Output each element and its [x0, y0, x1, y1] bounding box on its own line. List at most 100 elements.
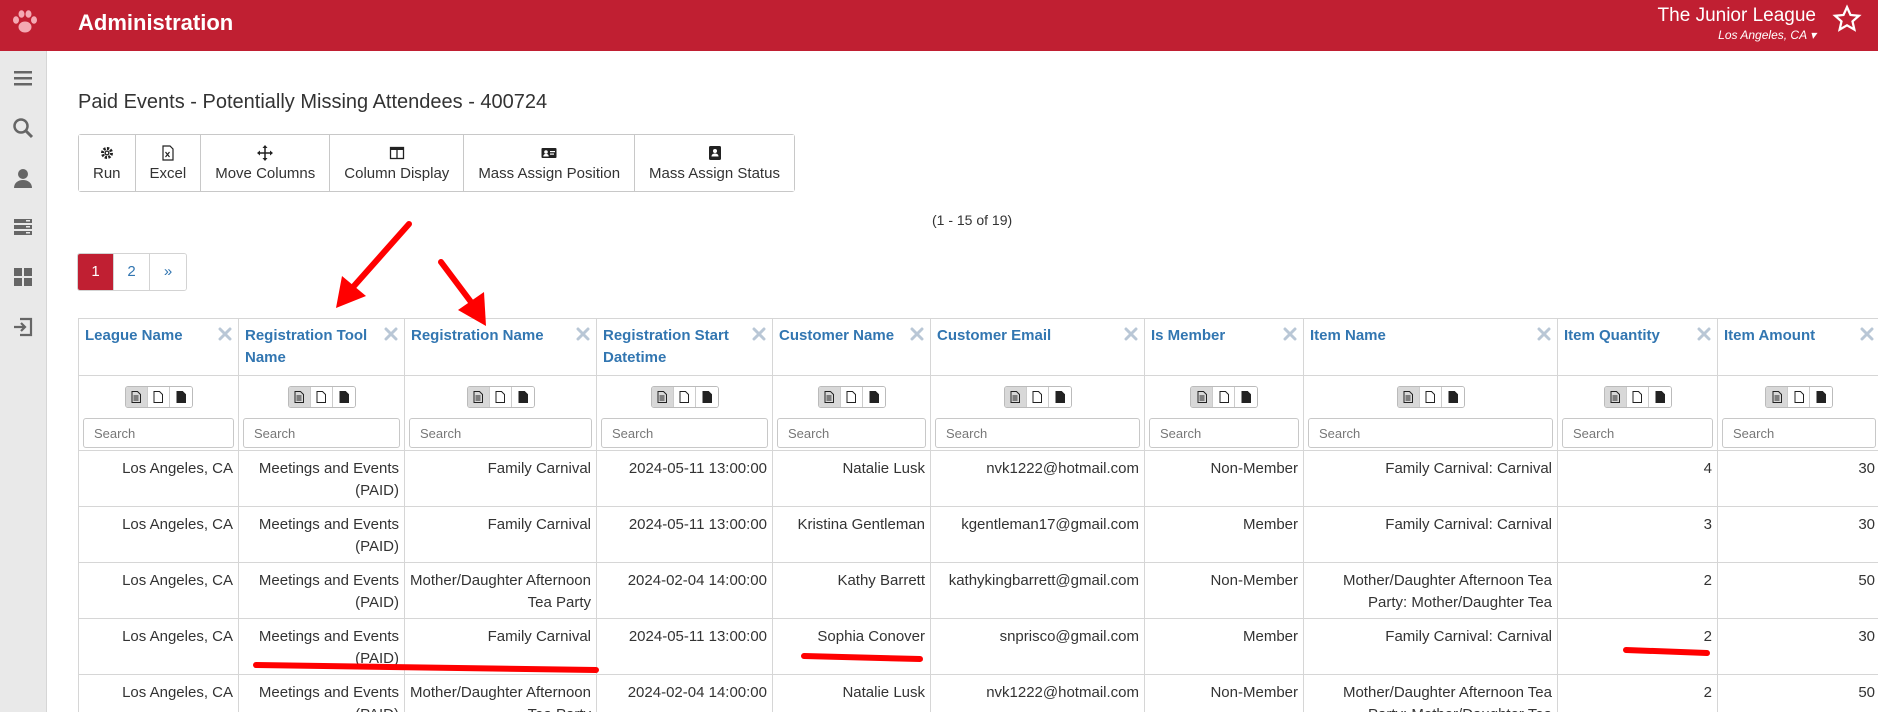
view-mode-c-icon[interactable]	[1441, 387, 1464, 407]
remove-column-icon[interactable]	[910, 327, 924, 341]
remove-column-icon[interactable]	[1283, 327, 1297, 341]
column-header-registration-name[interactable]: Registration Name	[405, 319, 597, 376]
view-mode-c-icon[interactable]	[1235, 387, 1257, 407]
filter-cell	[597, 376, 773, 451]
view-mode-c-icon[interactable]	[1810, 387, 1832, 407]
column-header-league-name[interactable]: League Name	[79, 319, 239, 376]
view-toggle-group	[287, 386, 356, 408]
table-row[interactable]: Los Angeles, CAMeetings and Events (PAID…	[79, 675, 1878, 712]
column-header-item-name[interactable]: Item Name	[1304, 319, 1558, 376]
view-mode-b-icon[interactable]	[310, 387, 333, 407]
page-1-button[interactable]: 1	[78, 254, 114, 290]
remove-column-icon[interactable]	[576, 327, 590, 341]
dashboard-icon[interactable]	[11, 265, 35, 289]
view-mode-a-icon[interactable]	[125, 387, 148, 407]
menu-icon[interactable]	[11, 66, 35, 90]
cell-league-name: Los Angeles, CA	[79, 563, 239, 619]
column-header-item-quantity[interactable]: Item Quantity	[1558, 319, 1718, 376]
search-input[interactable]	[935, 418, 1140, 448]
column-header-is-member[interactable]: Is Member	[1145, 319, 1304, 376]
cell-registration-name: Family Carnival	[405, 507, 597, 563]
remove-column-icon[interactable]	[218, 327, 232, 341]
column-header-label: League Name	[85, 327, 183, 344]
view-mode-b-icon[interactable]	[840, 387, 863, 407]
view-toggle-group	[817, 386, 886, 408]
next-page-button[interactable]: »	[150, 254, 186, 290]
mass-assign-position-button[interactable]: Mass Assign Position	[464, 135, 636, 191]
view-mode-a-icon[interactable]	[288, 387, 311, 407]
view-mode-b-icon[interactable]	[1213, 387, 1235, 407]
search-input[interactable]	[409, 418, 592, 448]
view-mode-b-icon[interactable]	[1419, 387, 1442, 407]
table-row[interactable]: Los Angeles, CAMeetings and Events (PAID…	[79, 507, 1878, 563]
view-mode-b-icon[interactable]	[147, 387, 170, 407]
mass-assign-status-button[interactable]: Mass Assign Status	[635, 135, 794, 191]
table-row[interactable]: Los Angeles, CAMeetings and Events (PAID…	[79, 619, 1878, 675]
cell-league-name: Los Angeles, CA	[79, 675, 239, 712]
run-button[interactable]: Run	[79, 135, 136, 191]
view-mode-a-icon[interactable]	[467, 387, 490, 407]
excel-label: Excel	[149, 164, 187, 182]
column-header-customer-name[interactable]: Customer Name	[773, 319, 931, 376]
page-2-button[interactable]: 2	[114, 254, 150, 290]
move-columns-button[interactable]: Move Columns	[201, 135, 331, 191]
table-row[interactable]: Los Angeles, CAMeetings and Events (PAID…	[79, 563, 1878, 619]
search-input[interactable]	[1308, 418, 1553, 448]
search-icon[interactable]	[11, 116, 35, 140]
view-mode-c-icon[interactable]	[695, 387, 718, 407]
cell-item-amount: 30	[1718, 507, 1878, 563]
view-mode-a-icon[interactable]	[1004, 387, 1027, 407]
user-icon[interactable]	[11, 166, 35, 190]
column-header-customer-email[interactable]: Customer Email	[931, 319, 1145, 376]
search-input[interactable]	[777, 418, 926, 448]
search-input[interactable]	[83, 418, 234, 448]
search-input[interactable]	[1722, 418, 1876, 448]
record-range: (1 - 15 of 19)	[932, 212, 1013, 228]
paw-logo-icon[interactable]	[10, 7, 40, 37]
view-mode-b-icon[interactable]	[1788, 387, 1810, 407]
remove-column-icon[interactable]	[1124, 327, 1138, 341]
view-mode-a-icon[interactable]	[651, 387, 674, 407]
report-grid: League Name Registration Tool Name Registr…	[78, 318, 1878, 712]
remove-column-icon[interactable]	[752, 327, 766, 341]
search-input[interactable]	[243, 418, 400, 448]
cell-registration-tool-name: Meetings and Events (PAID)	[239, 563, 405, 619]
view-mode-c-icon[interactable]	[1648, 387, 1671, 407]
view-mode-b-icon[interactable]	[1626, 387, 1649, 407]
org-switcher[interactable]: The Junior League Los Angeles, CA ▾	[1658, 5, 1816, 42]
favorite-star-icon[interactable]	[1832, 4, 1862, 34]
column-display-button[interactable]: Column Display	[330, 135, 465, 191]
view-mode-a-icon[interactable]	[1397, 387, 1420, 407]
view-mode-b-icon[interactable]	[673, 387, 696, 407]
column-header-item-amount[interactable]: Item Amount	[1718, 319, 1878, 376]
server-icon[interactable]	[11, 215, 35, 239]
cell-customer-name: Natalie Lusk	[773, 451, 931, 507]
view-mode-a-icon[interactable]	[818, 387, 841, 407]
remove-column-icon[interactable]	[1697, 327, 1711, 341]
search-input[interactable]	[1149, 418, 1299, 448]
view-mode-a-icon[interactable]	[1604, 387, 1627, 407]
org-location[interactable]: Los Angeles, CA ▾	[1658, 28, 1816, 42]
cell-customer-name: Kathy Barrett	[773, 563, 931, 619]
remove-column-icon[interactable]	[384, 327, 398, 341]
table-row[interactable]: Los Angeles, CAMeetings and Events (PAID…	[79, 451, 1878, 507]
column-header-registration-tool-name[interactable]: Registration Tool Name	[239, 319, 405, 376]
view-mode-c-icon[interactable]	[332, 387, 355, 407]
view-mode-b-icon[interactable]	[1026, 387, 1049, 407]
cell-item-amount: 50	[1718, 675, 1878, 712]
view-mode-c-icon[interactable]	[862, 387, 885, 407]
search-input[interactable]	[601, 418, 768, 448]
column-header-registration-start-datetime[interactable]: Registration Start Datetime	[597, 319, 773, 376]
remove-column-icon[interactable]	[1860, 327, 1874, 341]
excel-button[interactable]: Excel	[135, 135, 202, 191]
view-mode-c-icon[interactable]	[511, 387, 534, 407]
view-mode-c-icon[interactable]	[1048, 387, 1071, 407]
remove-column-icon[interactable]	[1537, 327, 1551, 341]
view-mode-b-icon[interactable]	[489, 387, 512, 407]
cell-customer-name: Kristina Gentleman	[773, 507, 931, 563]
view-mode-a-icon[interactable]	[1766, 387, 1788, 407]
search-input[interactable]	[1562, 418, 1713, 448]
view-mode-c-icon[interactable]	[169, 387, 192, 407]
logout-icon[interactable]	[11, 315, 35, 339]
view-mode-a-icon[interactable]	[1191, 387, 1213, 407]
